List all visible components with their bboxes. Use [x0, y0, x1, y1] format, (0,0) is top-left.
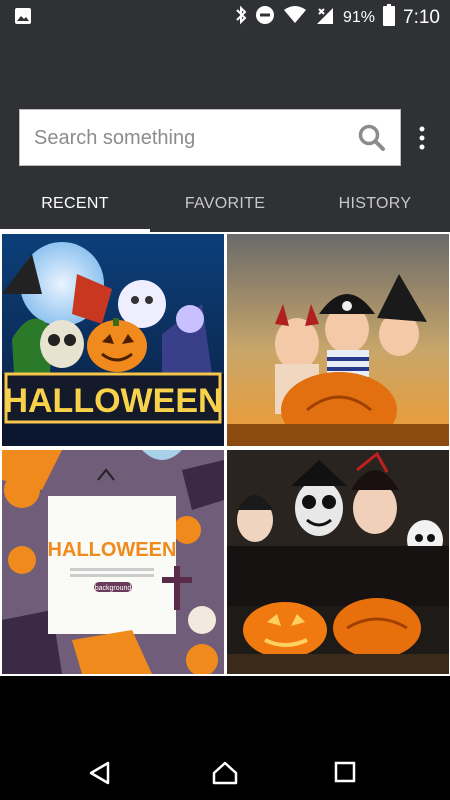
more-options-icon[interactable] [412, 126, 432, 150]
tab-label: RECENT [41, 195, 109, 212]
tab-label: FAVORITE [184, 195, 266, 212]
kids-pumpkin-image[interactable] [227, 234, 449, 446]
poster-banner-text: HALLOWEEN [3, 382, 222, 420]
tab-label: HISTORY [338, 195, 412, 212]
halloween-poster-image[interactable]: HALLOWEEN [2, 234, 224, 446]
search-icon[interactable] [358, 124, 386, 157]
status-bar: 91% 7:10 [0, 0, 450, 32]
tab-bar: RECENT FAVORITE HISTORY [0, 184, 450, 232]
family-halloween-image[interactable] [227, 450, 449, 674]
dnd-icon [255, 5, 275, 30]
search-input[interactable] [32, 110, 346, 167]
search-bar[interactable] [19, 109, 401, 167]
gallery-icon [14, 7, 32, 30]
battery-icon [383, 4, 396, 31]
app-header: RECENT FAVORITE HISTORY [0, 32, 450, 232]
tab-recent[interactable]: RECENT [0, 184, 150, 232]
bluetooth-icon [235, 5, 247, 30]
tab-favorite[interactable]: FAVORITE [150, 184, 300, 232]
battery-text: 91% [342, 8, 376, 26]
card-button-label: background [95, 585, 132, 592]
back-icon[interactable] [88, 761, 112, 790]
recents-icon[interactable] [334, 761, 356, 788]
tab-history[interactable]: HISTORY [300, 184, 450, 232]
halloween-card-image[interactable]: HALLOWEEN background [2, 450, 224, 674]
wifi-icon [283, 5, 307, 30]
card-title: HALLOWEEN [48, 539, 177, 561]
home-icon[interactable] [212, 761, 238, 790]
system-nav-bar [0, 676, 450, 800]
cell-signal-icon [315, 5, 335, 30]
image-grid: HALLOWEEN HALLOWEEN background [0, 232, 450, 678]
clock: 7:10 [403, 6, 440, 28]
